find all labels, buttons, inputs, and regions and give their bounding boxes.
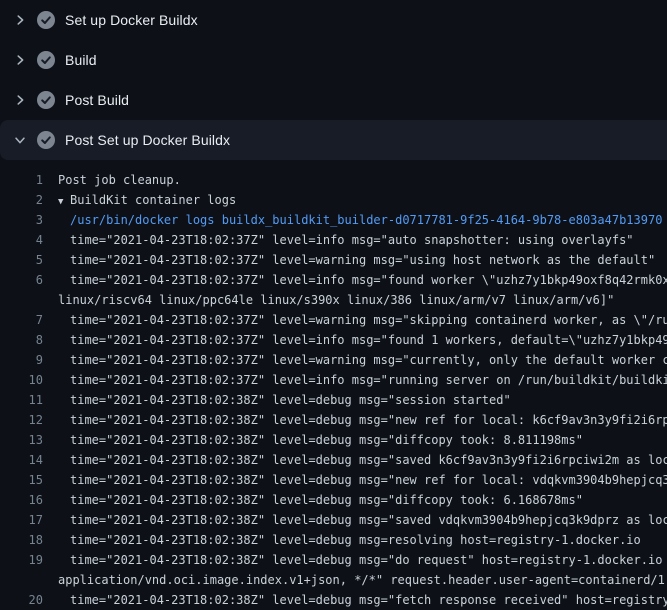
log-line: 2 ▼BuildKit container logs xyxy=(0,190,667,210)
log-line-text: time="2021-04-23T18:02:38Z" level=debug … xyxy=(43,490,583,510)
log-line-number[interactable]: 6 xyxy=(0,270,43,290)
log-container: 1 Post job cleanup. 2 ▼BuildKit containe… xyxy=(0,160,667,610)
log-line: linux/riscv64 linux/ppc64le linux/s390x … xyxy=(0,290,667,310)
log-line-number[interactable]: 10 xyxy=(0,370,43,390)
log-line-number[interactable]: 5 xyxy=(0,250,43,270)
log-line: 1 Post job cleanup. xyxy=(0,170,667,190)
step-title: Post Build xyxy=(65,92,129,108)
log-line: 6 time="2021-04-23T18:02:37Z" level=info… xyxy=(0,270,667,290)
log-line: application/vnd.oci.image.index.v1+json,… xyxy=(0,570,667,590)
log-line-number[interactable]: 4 xyxy=(0,230,43,250)
log-line: 5 time="2021-04-23T18:02:37Z" level=warn… xyxy=(0,250,667,270)
log-line-text: time="2021-04-23T18:02:38Z" level=debug … xyxy=(43,550,667,570)
step-header-set-up-docker-buildx[interactable]: Set up Docker Buildx xyxy=(0,0,667,40)
actions-log-viewer: Set up Docker Buildx Build P xyxy=(0,0,667,610)
log-line-text: time="2021-04-23T18:02:37Z" level=warnin… xyxy=(43,250,655,270)
log-line: 20 time="2021-04-23T18:02:38Z" level=deb… xyxy=(0,590,667,610)
log-line-text: linux/riscv64 linux/ppc64le linux/s390x … xyxy=(43,290,614,310)
log-line-number[interactable]: 8 xyxy=(0,330,43,350)
group-title[interactable]: BuildKit container logs xyxy=(70,193,236,207)
log-line: 14 time="2021-04-23T18:02:38Z" level=deb… xyxy=(0,450,667,470)
step-header-build[interactable]: Build xyxy=(0,40,667,80)
log-line: 18 time="2021-04-23T18:02:38Z" level=deb… xyxy=(0,530,667,550)
log-line: 10 time="2021-04-23T18:02:37Z" level=inf… xyxy=(0,370,667,390)
log-line-number[interactable]: 13 xyxy=(0,430,43,450)
log-line-number[interactable]: 16 xyxy=(0,490,43,510)
step-header-post-build[interactable]: Post Build xyxy=(0,80,667,120)
log-line: 4 time="2021-04-23T18:02:37Z" level=info… xyxy=(0,230,667,250)
step-title: Set up Docker Buildx xyxy=(65,12,198,28)
log-line: 3 /usr/bin/docker logs buildx_buildkit_b… xyxy=(0,210,667,230)
log-line-text: ▼BuildKit container logs xyxy=(43,190,236,210)
log-line-number[interactable]: 3 xyxy=(0,210,43,230)
log-line-text: time="2021-04-23T18:02:38Z" level=debug … xyxy=(43,390,511,410)
check-circle-icon xyxy=(37,91,55,109)
step-title: Post Set up Docker Buildx xyxy=(65,132,230,148)
log-line: 19 time="2021-04-23T18:02:38Z" level=deb… xyxy=(0,550,667,570)
check-circle-icon xyxy=(37,11,55,29)
log-line-number[interactable]: 9 xyxy=(0,350,43,370)
log-line-text: time="2021-04-23T18:02:37Z" level=warnin… xyxy=(43,310,667,330)
log-line-text: time="2021-04-23T18:02:38Z" level=debug … xyxy=(43,450,667,470)
log-line-number[interactable] xyxy=(0,290,43,310)
step-header-post-set-up-docker-buildx[interactable]: Post Set up Docker Buildx xyxy=(0,120,667,160)
log-line: 15 time="2021-04-23T18:02:38Z" level=deb… xyxy=(0,470,667,490)
log-line-text: time="2021-04-23T18:02:38Z" level=debug … xyxy=(43,530,641,550)
chevron-right-icon[interactable] xyxy=(12,92,28,108)
log-line: 16 time="2021-04-23T18:02:38Z" level=deb… xyxy=(0,490,667,510)
log-line-text: time="2021-04-23T18:02:38Z" level=debug … xyxy=(43,410,667,430)
log-line-number[interactable]: 7 xyxy=(0,310,43,330)
log-line: 8 time="2021-04-23T18:02:37Z" level=info… xyxy=(0,330,667,350)
log-line: 12 time="2021-04-23T18:02:38Z" level=deb… xyxy=(0,410,667,430)
steps-list: Set up Docker Buildx Build P xyxy=(0,0,667,160)
log-line-text: time="2021-04-23T18:02:37Z" level=info m… xyxy=(43,230,634,250)
log-line-number[interactable]: 2 xyxy=(0,190,43,210)
log-line-number[interactable]: 1 xyxy=(0,170,43,190)
log-line: 11 time="2021-04-23T18:02:38Z" level=deb… xyxy=(0,390,667,410)
group-toggle-icon[interactable]: ▼ xyxy=(58,192,70,212)
log-line-text: application/vnd.oci.image.index.v1+json,… xyxy=(43,570,667,590)
log-line-text: /usr/bin/docker logs buildx_buildkit_bui… xyxy=(43,210,662,230)
chevron-right-icon[interactable] xyxy=(12,12,28,28)
log-line-number[interactable]: 20 xyxy=(0,590,43,610)
log-line-number[interactable]: 14 xyxy=(0,450,43,470)
log-line: 9 time="2021-04-23T18:02:37Z" level=warn… xyxy=(0,350,667,370)
chevron-down-icon[interactable] xyxy=(12,132,28,148)
check-circle-icon xyxy=(37,131,55,149)
log-line-text: time="2021-04-23T18:02:37Z" level=info m… xyxy=(43,330,667,350)
log-line-text: Post job cleanup. xyxy=(43,170,181,190)
log-line-number[interactable]: 19 xyxy=(0,550,43,570)
log-line-number[interactable]: 17 xyxy=(0,510,43,530)
log-line-number[interactable] xyxy=(0,570,43,590)
check-circle-icon xyxy=(37,51,55,69)
log-line: 13 time="2021-04-23T18:02:38Z" level=deb… xyxy=(0,430,667,450)
log-line: 7 time="2021-04-23T18:02:37Z" level=warn… xyxy=(0,310,667,330)
log-line-text: time="2021-04-23T18:02:37Z" level=info m… xyxy=(43,370,667,390)
chevron-right-icon[interactable] xyxy=(12,52,28,68)
step-title: Build xyxy=(65,52,97,68)
log-line-text: time="2021-04-23T18:02:38Z" level=debug … xyxy=(43,510,667,530)
log-line-text: time="2021-04-23T18:02:37Z" level=info m… xyxy=(43,270,667,290)
log-line-number[interactable]: 18 xyxy=(0,530,43,550)
log-line-text: time="2021-04-23T18:02:37Z" level=warnin… xyxy=(43,350,667,370)
log-line-number[interactable]: 11 xyxy=(0,390,43,410)
log-line-number[interactable]: 12 xyxy=(0,410,43,430)
log-line-text: time="2021-04-23T18:02:38Z" level=debug … xyxy=(43,430,583,450)
log-line: 17 time="2021-04-23T18:02:38Z" level=deb… xyxy=(0,510,667,530)
log-line-number[interactable]: 15 xyxy=(0,470,43,490)
log-line-text: time="2021-04-23T18:02:38Z" level=debug … xyxy=(43,470,667,490)
log-line-text: time="2021-04-23T18:02:38Z" level=debug … xyxy=(43,590,667,610)
